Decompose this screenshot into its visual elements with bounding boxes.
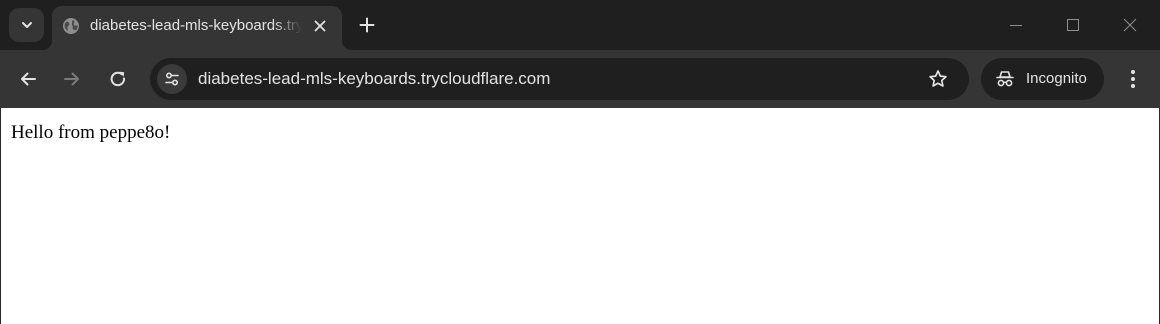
forward-button[interactable] (57, 64, 87, 94)
site-info-button[interactable] (157, 64, 187, 94)
bookmark-button[interactable] (926, 67, 950, 91)
tab-close-button[interactable] (310, 16, 330, 36)
maximize-icon (1067, 19, 1079, 31)
new-tab-button[interactable] (355, 13, 379, 37)
arrow-right-icon (64, 72, 79, 86)
chevron-down-icon (21, 22, 32, 28)
globe-icon (63, 18, 79, 34)
close-icon (314, 20, 326, 32)
page-viewport: Hello from peppe8o! (0, 108, 1160, 324)
reload-button[interactable] (103, 64, 133, 94)
menu-button[interactable] (1119, 64, 1147, 94)
incognito-icon (996, 71, 1014, 87)
close-icon (1123, 18, 1137, 32)
back-button[interactable] (13, 64, 43, 94)
star-icon (929, 70, 947, 87)
plus-icon (359, 17, 375, 33)
address-bar[interactable]: diabetes-lead-mls-keyboards.trycloudflar… (150, 58, 969, 100)
tab-active[interactable]: diabetes-lead-mls-keyboards.trycloudflar… (42, 6, 352, 50)
toolbar: diabetes-lead-mls-keyboards.trycloudflar… (0, 50, 1160, 108)
tab-title: diabetes-lead-mls-keyboards.trycloudflar… (90, 17, 302, 34)
more-vertical-icon (1131, 70, 1135, 88)
incognito-label: Incognito (1026, 70, 1087, 87)
maximize-button[interactable] (1058, 10, 1088, 40)
arrow-left-icon (21, 72, 36, 86)
minimize-button[interactable] (1001, 10, 1031, 40)
tab-search-button[interactable] (9, 8, 44, 42)
close-window-button[interactable] (1115, 10, 1145, 40)
reload-icon (110, 71, 125, 87)
tune-icon (165, 72, 179, 86)
browser-window: diabetes-lead-mls-keyboards.trycloudflar… (0, 0, 1160, 324)
url-text[interactable]: diabetes-lead-mls-keyboards.trycloudflar… (198, 68, 550, 90)
tab-strip: diabetes-lead-mls-keyboards.trycloudflar… (0, 0, 1160, 50)
incognito-indicator[interactable]: Incognito (981, 58, 1104, 100)
minimize-icon (1010, 25, 1022, 26)
page-body-text: Hello from peppe8o! (11, 122, 171, 143)
